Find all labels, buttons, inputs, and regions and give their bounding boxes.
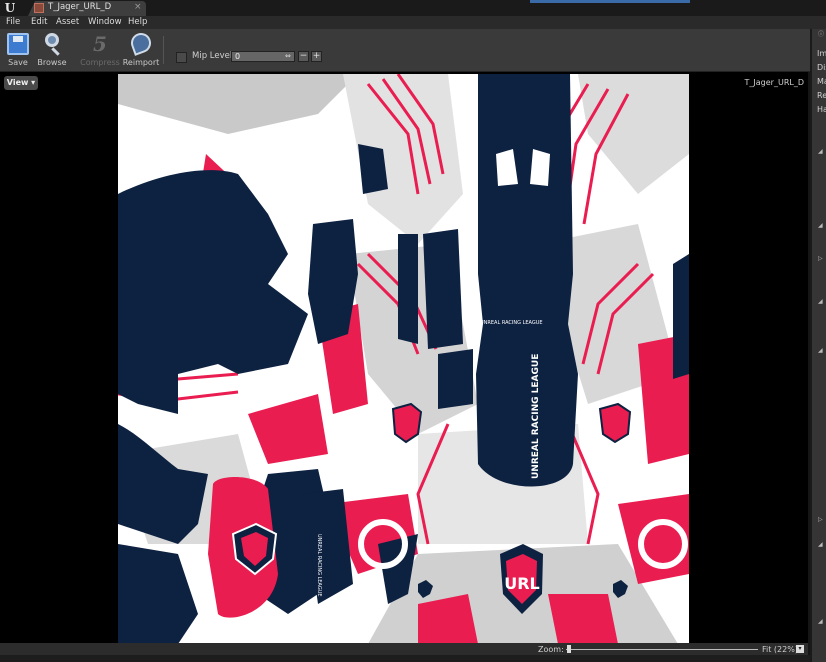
reimport-button[interactable]: Reimport xyxy=(122,30,160,69)
zoom-slider-thumb[interactable] xyxy=(567,645,571,653)
save-icon xyxy=(7,33,29,55)
league-text-left: UNREAL RACING LEAGUE xyxy=(316,534,322,597)
toolbar-separator xyxy=(163,36,164,64)
expand-arrow-icon[interactable]: ▷ xyxy=(818,255,823,263)
compress-label: Compress xyxy=(80,58,120,67)
texture-name-label: T_Jager_URL_D xyxy=(744,78,804,87)
title-accent-bar xyxy=(530,0,690,3)
menu-help[interactable]: Help xyxy=(128,16,147,29)
zoom-dropdown-icon[interactable]: ▾ xyxy=(796,645,804,653)
menu-asset[interactable]: Asset xyxy=(56,16,79,29)
texture-asset-icon xyxy=(34,3,44,13)
zoom-value: Fit (22%) xyxy=(762,645,798,654)
details-label-4: Re xyxy=(817,91,826,100)
mip-decrement-button[interactable]: − xyxy=(298,51,309,62)
league-text-vertical: UNREAL RACING LEAGUE xyxy=(531,354,541,479)
menu-window[interactable]: Window xyxy=(88,16,122,29)
mip-level-checkbox[interactable] xyxy=(176,52,187,63)
collapse-arrow-icon[interactable]: ◢ xyxy=(818,298,823,306)
tab-close-icon[interactable]: × xyxy=(134,2,142,13)
info-icon[interactable]: ⓘ xyxy=(818,31,824,39)
menu-file[interactable]: File xyxy=(6,16,20,29)
compress-icon: 5 xyxy=(93,32,107,56)
tab-title[interactable]: T_Jager_URL_D xyxy=(48,2,111,13)
unreal-logo-icon[interactable]: U xyxy=(3,1,17,15)
save-label: Save xyxy=(8,58,28,67)
collapse-arrow-icon[interactable]: ◢ xyxy=(818,347,823,355)
browse-button[interactable]: Browse xyxy=(36,31,68,69)
details-label-2: Dis xyxy=(817,63,826,72)
collapse-arrow-icon[interactable]: ◢ xyxy=(818,148,823,156)
search-icon xyxy=(45,33,59,47)
compress-button[interactable]: 5 Compress xyxy=(80,31,120,69)
details-label-3: Ma xyxy=(817,77,826,86)
status-bar xyxy=(0,655,826,662)
zoom-label: Zoom: xyxy=(538,645,564,654)
details-panel xyxy=(810,29,826,662)
center-logo-letters: URL xyxy=(504,574,540,593)
search-icon-handle xyxy=(51,47,60,56)
reimport-label: Reimport xyxy=(122,58,160,67)
texture-image: URL UNREAL RACING LEAGUE UNREAL RACING L… xyxy=(118,74,689,644)
zoom-slider-track[interactable] xyxy=(566,649,758,650)
details-label-5: Ha xyxy=(817,105,826,114)
browse-label: Browse xyxy=(37,58,67,67)
expand-arrow-icon[interactable]: ▷ xyxy=(818,516,823,524)
save-button[interactable]: Save xyxy=(2,31,34,69)
menu-bar xyxy=(0,16,826,29)
details-label-1: Im xyxy=(817,49,826,58)
mip-level-label: Mip Level: xyxy=(192,51,236,61)
collapse-arrow-icon[interactable]: ◢ xyxy=(818,618,823,626)
collapse-arrow-icon[interactable]: ◢ xyxy=(818,222,823,230)
collapse-arrow-icon[interactable]: ◢ xyxy=(818,541,823,549)
texture-preview: URL UNREAL RACING LEAGUE UNREAL RACING L… xyxy=(118,74,689,644)
spinner-icon[interactable]: ⇔ xyxy=(285,52,291,61)
reimport-icon xyxy=(128,30,154,56)
mip-increment-button[interactable]: + xyxy=(311,51,322,62)
league-text-small: UNREAL RACING LEAGUE xyxy=(480,320,543,326)
view-menu-button[interactable]: View ▾ xyxy=(4,76,38,90)
menu-edit[interactable]: Edit xyxy=(31,16,47,29)
